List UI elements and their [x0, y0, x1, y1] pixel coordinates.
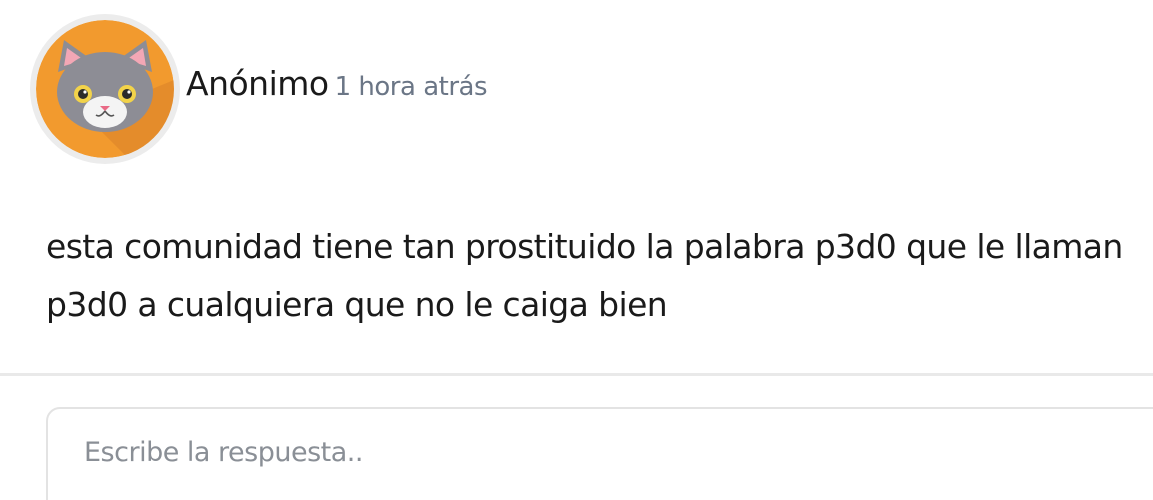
post-body: esta comunidad tiene tan prostituido la …	[46, 227, 1123, 324]
divider	[0, 373, 1153, 376]
author-name[interactable]: Anónimo	[186, 64, 329, 103]
reply-box[interactable]	[46, 407, 1153, 500]
post-header: Anónimo 1 hora atrás	[186, 64, 487, 103]
post-card: Anónimo 1 hora atrás esta comunidad tiene…	[0, 0, 1153, 500]
avatar[interactable]	[30, 14, 180, 164]
reply-input[interactable]	[84, 437, 984, 468]
post-timestamp: 1 hora atrás	[334, 72, 488, 102]
cat-avatar-icon	[36, 20, 174, 158]
